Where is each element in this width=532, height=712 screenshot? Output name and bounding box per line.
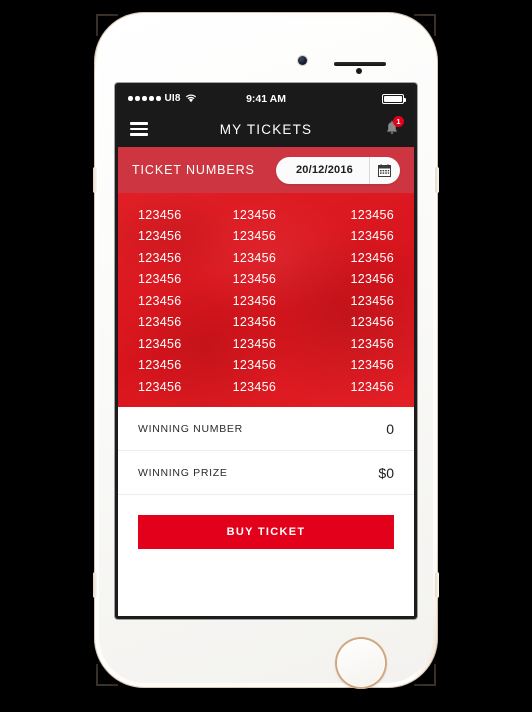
navigation-bar: MY TICKETS 1 (118, 111, 414, 147)
ticket-row: 123456 123456 123456 (138, 226, 394, 248)
ticket-row: 123456 123456 123456 (138, 333, 394, 355)
ticket-number[interactable]: 123456 (313, 294, 394, 308)
ticket-number[interactable]: 123456 (313, 380, 394, 394)
sim-tray (435, 572, 439, 598)
ticket-numbers-header: TICKET NUMBERS 20/12/2016 (118, 147, 414, 193)
status-bar-right (382, 93, 406, 104)
front-camera-icon (298, 56, 307, 65)
ticket-number[interactable]: 123456 (138, 272, 219, 286)
proximity-sensor-icon (356, 68, 362, 74)
volume-button[interactable] (93, 167, 97, 193)
buy-ticket-button[interactable]: BUY TICKET (138, 515, 394, 549)
info-row: WINNING PRIZE $0 (118, 451, 414, 495)
power-button[interactable] (435, 167, 439, 193)
notification-badge: 1 (393, 116, 404, 127)
ticket-row: 123456 123456 123456 (138, 312, 394, 334)
ticket-number[interactable]: 123456 (138, 251, 219, 265)
ticket-number[interactable]: 123456 (219, 294, 314, 308)
ticket-number[interactable]: 123456 (313, 315, 394, 329)
ticket-number[interactable]: 123456 (313, 229, 394, 243)
info-row-label: WINNING NUMBER (138, 422, 243, 435)
ticket-row: 123456 123456 123456 (138, 269, 394, 291)
calendar-button[interactable] (369, 156, 400, 184)
volume-down-button[interactable] (93, 572, 97, 598)
calendar-icon (378, 163, 391, 177)
ticket-numbers-grid: 123456 123456 123456 123456 123456 123456 1234… (118, 193, 414, 407)
status-bar: UI8 9:41 AM (118, 86, 414, 111)
home-button[interactable] (335, 637, 387, 689)
ticket-number[interactable]: 123456 (138, 380, 219, 394)
ticket-row: 123456 123456 123456 (138, 290, 394, 312)
info-row-value: $0 (378, 464, 394, 481)
ticket-number[interactable]: 123456 (138, 294, 219, 308)
ticket-number[interactable]: 123456 (219, 358, 314, 372)
ticket-number[interactable]: 123456 (313, 208, 394, 222)
ticket-row: 123456 123456 123456 (138, 376, 394, 398)
ticket-number[interactable]: 123456 (219, 229, 314, 243)
ticket-number[interactable]: 123456 (138, 208, 219, 222)
app-screen: UI8 9:41 AM MY TICKETS 1 TICKET NUMBERS … (118, 86, 414, 616)
battery-icon (382, 93, 406, 104)
ticket-number[interactable]: 123456 (138, 358, 219, 372)
screen-bezel: UI8 9:41 AM MY TICKETS 1 TICKET NUMBERS … (115, 83, 417, 619)
ticket-row: 123456 123456 123456 (138, 247, 394, 269)
ticket-number[interactable]: 123456 (219, 208, 314, 222)
ticket-row: 123456 123456 123456 (138, 204, 394, 226)
ticket-number[interactable]: 123456 (219, 315, 314, 329)
ticket-numbers-title: TICKET NUMBERS (132, 163, 255, 177)
earpiece-speaker (334, 62, 386, 66)
notification-bell-button[interactable]: 1 (382, 116, 404, 139)
ticket-number[interactable]: 123456 (313, 337, 394, 351)
date-picker[interactable]: 20/12/2016 (275, 156, 400, 184)
ticket-number[interactable]: 123456 (138, 229, 219, 243)
ticket-number[interactable]: 123456 (219, 251, 314, 265)
ticket-number[interactable]: 123456 (313, 251, 394, 265)
ticket-number[interactable]: 123456 (313, 272, 394, 286)
winning-info-section: WINNING NUMBER 0 WINNING PRIZE $0 (118, 407, 414, 495)
buy-ticket-area: BUY TICKET (118, 495, 414, 616)
ticket-number[interactable]: 123456 (219, 380, 314, 394)
ticket-number[interactable]: 123456 (219, 337, 314, 351)
page-title: MY TICKETS (219, 121, 313, 137)
ticket-row: 123456 123456 123456 (138, 355, 394, 377)
info-row: WINNING NUMBER 0 (118, 407, 414, 451)
ticket-number[interactable]: 123456 (138, 315, 219, 329)
date-picker-value: 20/12/2016 (295, 164, 353, 176)
info-row-label: WINNING PRIZE (138, 466, 228, 479)
status-bar-time: 9:41 AM (246, 92, 286, 105)
ticket-number[interactable]: 123456 (138, 337, 219, 351)
ticket-number[interactable]: 123456 (219, 272, 314, 286)
ticket-number[interactable]: 123456 (313, 358, 394, 372)
info-row-value: 0 (386, 420, 394, 437)
